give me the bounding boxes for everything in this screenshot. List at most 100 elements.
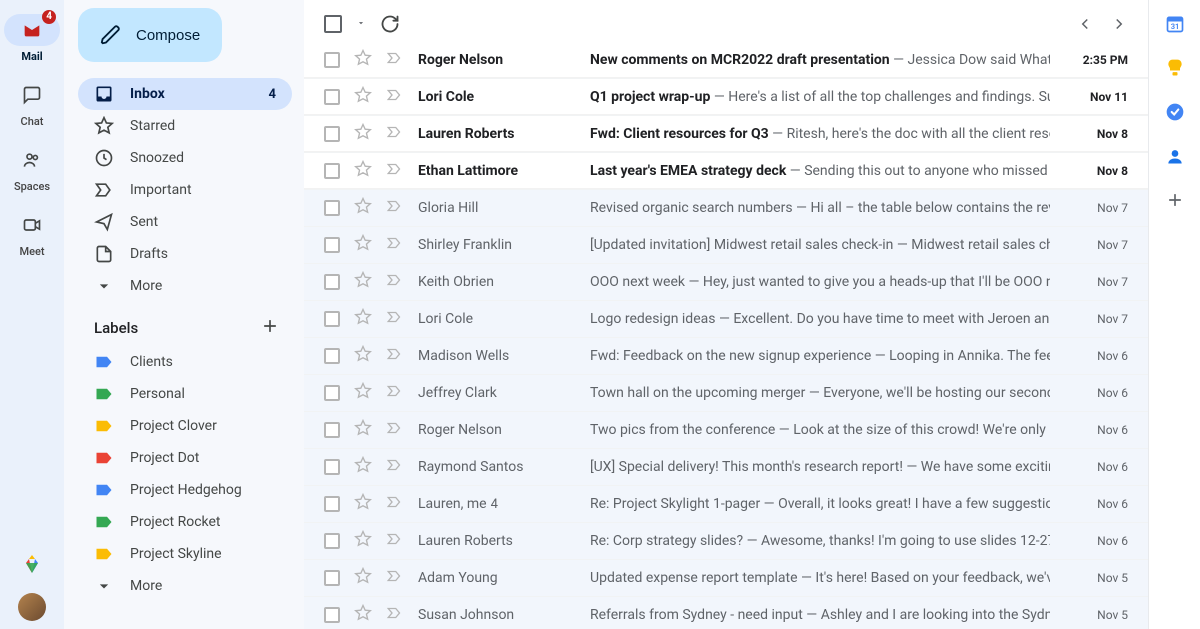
row-checkbox[interactable] bbox=[324, 200, 340, 216]
row-checkbox[interactable] bbox=[324, 459, 340, 475]
row-checkbox[interactable] bbox=[324, 274, 340, 290]
message-row[interactable]: Madison Wells Fwd: Feedback on the new s… bbox=[304, 338, 1148, 375]
importance-marker[interactable] bbox=[386, 271, 404, 293]
row-checkbox[interactable] bbox=[324, 496, 340, 512]
select-all-checkbox[interactable] bbox=[324, 15, 342, 33]
importance-marker[interactable] bbox=[386, 86, 404, 108]
message-row[interactable]: Shirley Franklin [Updated invitation] Mi… bbox=[304, 227, 1148, 264]
add-label-button[interactable] bbox=[260, 316, 280, 340]
importance-marker[interactable] bbox=[386, 345, 404, 367]
apprail-spaces[interactable]: Spaces bbox=[0, 136, 64, 201]
nav-important[interactable]: Important bbox=[78, 174, 292, 206]
nav-sent[interactable]: Sent bbox=[78, 206, 292, 238]
importance-marker[interactable] bbox=[386, 530, 404, 552]
star-button[interactable] bbox=[354, 345, 372, 367]
apprail-chat[interactable]: Chat bbox=[0, 71, 64, 136]
tasks-icon[interactable] bbox=[1165, 102, 1185, 122]
star-button[interactable] bbox=[354, 160, 372, 182]
label-item[interactable]: Project Dot bbox=[78, 442, 292, 474]
message-row[interactable]: Lauren, me4 Re: Project Skylight 1-pager… bbox=[304, 486, 1148, 523]
label-item[interactable]: Project Hedgehog bbox=[78, 474, 292, 506]
star-button[interactable] bbox=[354, 308, 372, 330]
nav-starred[interactable]: Starred bbox=[78, 110, 292, 142]
row-checkbox[interactable] bbox=[324, 570, 340, 586]
nav-inbox[interactable]: Inbox4 bbox=[78, 78, 292, 110]
importance-marker[interactable] bbox=[386, 308, 404, 330]
select-caret[interactable] bbox=[356, 16, 366, 32]
star-button[interactable] bbox=[354, 567, 372, 589]
row-checkbox[interactable] bbox=[324, 311, 340, 327]
importance-marker[interactable] bbox=[386, 160, 404, 182]
star-button[interactable] bbox=[354, 234, 372, 256]
star-button[interactable] bbox=[354, 49, 372, 71]
message-row[interactable]: Lori Cole Logo redesign ideas — Excellen… bbox=[304, 301, 1148, 338]
row-checkbox[interactable] bbox=[324, 533, 340, 549]
nav-snoozed[interactable]: Snoozed bbox=[78, 142, 292, 174]
apprail-meet[interactable]: Meet bbox=[0, 201, 64, 266]
nav-more[interactable]: More bbox=[78, 270, 292, 302]
subject: [Updated invitation] Midwest retail sale… bbox=[590, 237, 893, 253]
message-row[interactable]: Lauren Roberts Re: Corp strategy slides?… bbox=[304, 523, 1148, 560]
row-checkbox[interactable] bbox=[324, 385, 340, 401]
star-button[interactable] bbox=[354, 197, 372, 219]
star-button[interactable] bbox=[354, 86, 372, 108]
message-row[interactable]: Roger Nelson Two pics from the conferenc… bbox=[304, 412, 1148, 449]
message-row[interactable]: Susan Johnson Referrals from Sydney - ne… bbox=[304, 597, 1148, 629]
label-item[interactable]: Project Clover bbox=[78, 410, 292, 442]
message-row[interactable]: Lauren Roberts Fwd: Client resources for… bbox=[304, 116, 1148, 153]
row-checkbox[interactable] bbox=[324, 607, 340, 623]
label-item[interactable]: Project Rocket bbox=[78, 506, 292, 538]
importance-marker[interactable] bbox=[386, 123, 404, 145]
importance-marker[interactable] bbox=[386, 604, 404, 626]
gem-icon[interactable] bbox=[20, 553, 44, 577]
label-item[interactable]: Project Skyline bbox=[78, 538, 292, 570]
row-checkbox[interactable] bbox=[324, 89, 340, 105]
nav-drafts[interactable]: Drafts bbox=[78, 238, 292, 270]
chevron-down-icon bbox=[94, 576, 114, 596]
label-item[interactable]: Personal bbox=[78, 378, 292, 410]
star-button[interactable] bbox=[354, 456, 372, 478]
importance-marker[interactable] bbox=[386, 197, 404, 219]
star-button[interactable] bbox=[354, 530, 372, 552]
calendar-icon[interactable]: 31 bbox=[1165, 14, 1185, 34]
row-checkbox[interactable] bbox=[324, 163, 340, 179]
message-row[interactable]: Raymond Santos [UX] Special delivery! Th… bbox=[304, 449, 1148, 486]
importance-marker[interactable] bbox=[386, 234, 404, 256]
importance-marker[interactable] bbox=[386, 493, 404, 515]
row-checkbox[interactable] bbox=[324, 237, 340, 253]
labels-more[interactable]: More bbox=[78, 570, 292, 602]
row-checkbox[interactable] bbox=[324, 52, 340, 68]
star-button[interactable] bbox=[354, 382, 372, 404]
message-row[interactable]: Gloria Hill Revised organic search numbe… bbox=[304, 190, 1148, 227]
next-page-button[interactable] bbox=[1110, 15, 1128, 33]
label-item[interactable]: Clients bbox=[78, 346, 292, 378]
importance-marker[interactable] bbox=[386, 382, 404, 404]
importance-marker[interactable] bbox=[386, 49, 404, 71]
importance-marker[interactable] bbox=[386, 567, 404, 589]
apprail-mail[interactable]: 4 Mail bbox=[0, 6, 64, 71]
star-button[interactable] bbox=[354, 604, 372, 626]
message-row[interactable]: Roger Nelson New comments on MCR2022 dra… bbox=[304, 42, 1148, 79]
message-row[interactable]: Jeffrey Clark Town hall on the upcoming … bbox=[304, 375, 1148, 412]
contacts-icon[interactable] bbox=[1165, 146, 1185, 166]
row-checkbox[interactable] bbox=[324, 422, 340, 438]
star-button[interactable] bbox=[354, 271, 372, 293]
star-button[interactable] bbox=[354, 493, 372, 515]
importance-marker[interactable] bbox=[386, 419, 404, 441]
row-checkbox[interactable] bbox=[324, 348, 340, 364]
prev-page-button[interactable] bbox=[1076, 15, 1094, 33]
message-row[interactable]: Keith Obrien OOO next week — Hey, just w… bbox=[304, 264, 1148, 301]
keep-icon[interactable] bbox=[1165, 58, 1185, 78]
refresh-button[interactable] bbox=[380, 14, 400, 34]
message-row[interactable]: Adam Young Updated expense report templa… bbox=[304, 560, 1148, 597]
addons-icon[interactable] bbox=[1165, 190, 1185, 210]
message-row[interactable]: Ethan Lattimore Last year's EMEA strateg… bbox=[304, 153, 1148, 190]
avatar[interactable] bbox=[18, 593, 46, 621]
star-button[interactable] bbox=[354, 123, 372, 145]
row-checkbox[interactable] bbox=[324, 126, 340, 142]
importance-marker[interactable] bbox=[386, 456, 404, 478]
message-row[interactable]: Lori Cole Q1 project wrap-up — Here's a … bbox=[304, 79, 1148, 116]
compose-button[interactable]: Compose bbox=[78, 8, 222, 62]
star-button[interactable] bbox=[354, 419, 372, 441]
subject: OOO next week bbox=[590, 274, 685, 290]
